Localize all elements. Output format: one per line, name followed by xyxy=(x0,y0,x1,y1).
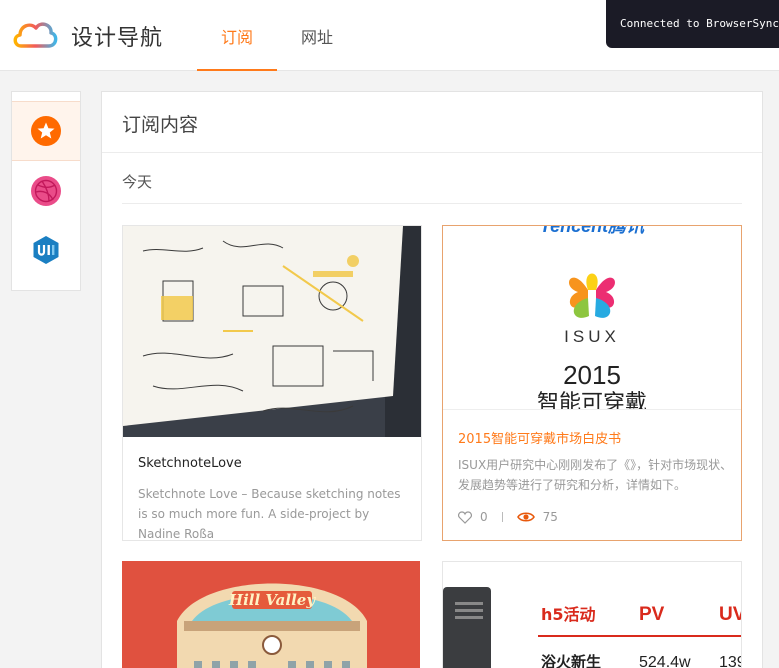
card-h5-stats[interactable]: h5活动 PV UV 浴火新生 524.4w 139 xyxy=(442,561,742,668)
brand-title[interactable]: 设计导航 xyxy=(71,20,163,52)
dribbble-icon xyxy=(31,176,61,206)
day-label: 今天 xyxy=(122,173,153,191)
like-count: 0 xyxy=(480,510,488,524)
sidebar-item-starred[interactable] xyxy=(12,101,80,161)
divider xyxy=(501,512,503,522)
divider xyxy=(122,203,742,204)
view-count: 75 xyxy=(542,510,558,524)
svg-text:智能可穿戴: 智能可穿戴 xyxy=(537,391,647,410)
subscription-panel: 订阅内容 今天 SketchnoteLove Sketchnote Love –… xyxy=(101,91,763,668)
sidebar-item-ui[interactable] xyxy=(12,221,80,281)
card-stats: 0 75 xyxy=(458,508,558,526)
star-icon xyxy=(31,116,61,146)
eye-icon xyxy=(516,512,535,522)
card-description: Sketchnote Love – Because sketching note… xyxy=(138,487,401,541)
card-image[interactable] xyxy=(123,226,421,437)
card-image[interactable]: Tencent腾讯 ISUX 2015 智能可穿戴 xyxy=(443,226,741,410)
svg-text:UV: UV xyxy=(719,604,741,625)
svg-text:PV: PV xyxy=(639,604,665,625)
svg-text:524.4w: 524.4w xyxy=(639,654,691,668)
divider xyxy=(102,152,762,153)
svg-text:2015: 2015 xyxy=(563,360,621,390)
card-wearable-report[interactable]: Tencent腾讯 ISUX 2015 智能可穿戴 2015智能可穿戴市场白皮书… xyxy=(442,225,742,541)
svg-text:ISUX: ISUX xyxy=(564,327,620,346)
tab-websites[interactable]: 网址 xyxy=(301,24,333,48)
sidebar xyxy=(11,91,81,291)
svg-text:浴火新生: 浴火新生 xyxy=(541,653,601,668)
ui-hexagon-icon xyxy=(33,236,59,264)
active-tab-indicator xyxy=(197,69,277,71)
svg-text:139: 139 xyxy=(719,654,741,668)
card-hill-valley[interactable]: Hill Valley xyxy=(122,561,422,668)
card-image[interactable]: h5活动 PV UV 浴火新生 524.4w 139 xyxy=(443,562,741,668)
tab-subscribe[interactable]: 订阅 xyxy=(221,24,253,48)
card-sketchnote[interactable]: SketchnoteLove Sketchnote Love – Because… xyxy=(122,225,422,541)
tencent-wordmark: Tencent腾讯 xyxy=(540,226,646,236)
browsersync-notification: Connected to BrowserSync xyxy=(606,0,779,48)
card-title[interactable]: 2015智能可穿戴市场白皮书 xyxy=(458,428,621,447)
heart-icon[interactable] xyxy=(458,510,472,524)
sign-text: Hill Valley xyxy=(228,591,316,609)
svg-text:h5活动: h5活动 xyxy=(541,605,596,624)
top-header: 设计导航 订阅 网址 Connected to BrowserSync xyxy=(0,0,779,71)
card-description: ISUX用户研究中心刚刚发布了《》，针对市场现状、发展趋势等进行了研究和分析，详… xyxy=(458,458,733,492)
card-image[interactable]: Hill Valley xyxy=(122,561,420,668)
sidebar-item-dribbble[interactable] xyxy=(12,162,80,222)
card-title[interactable]: SketchnoteLove xyxy=(138,456,242,471)
panel-title: 订阅内容 xyxy=(122,114,199,136)
cloud-logo-icon[interactable] xyxy=(12,17,58,51)
